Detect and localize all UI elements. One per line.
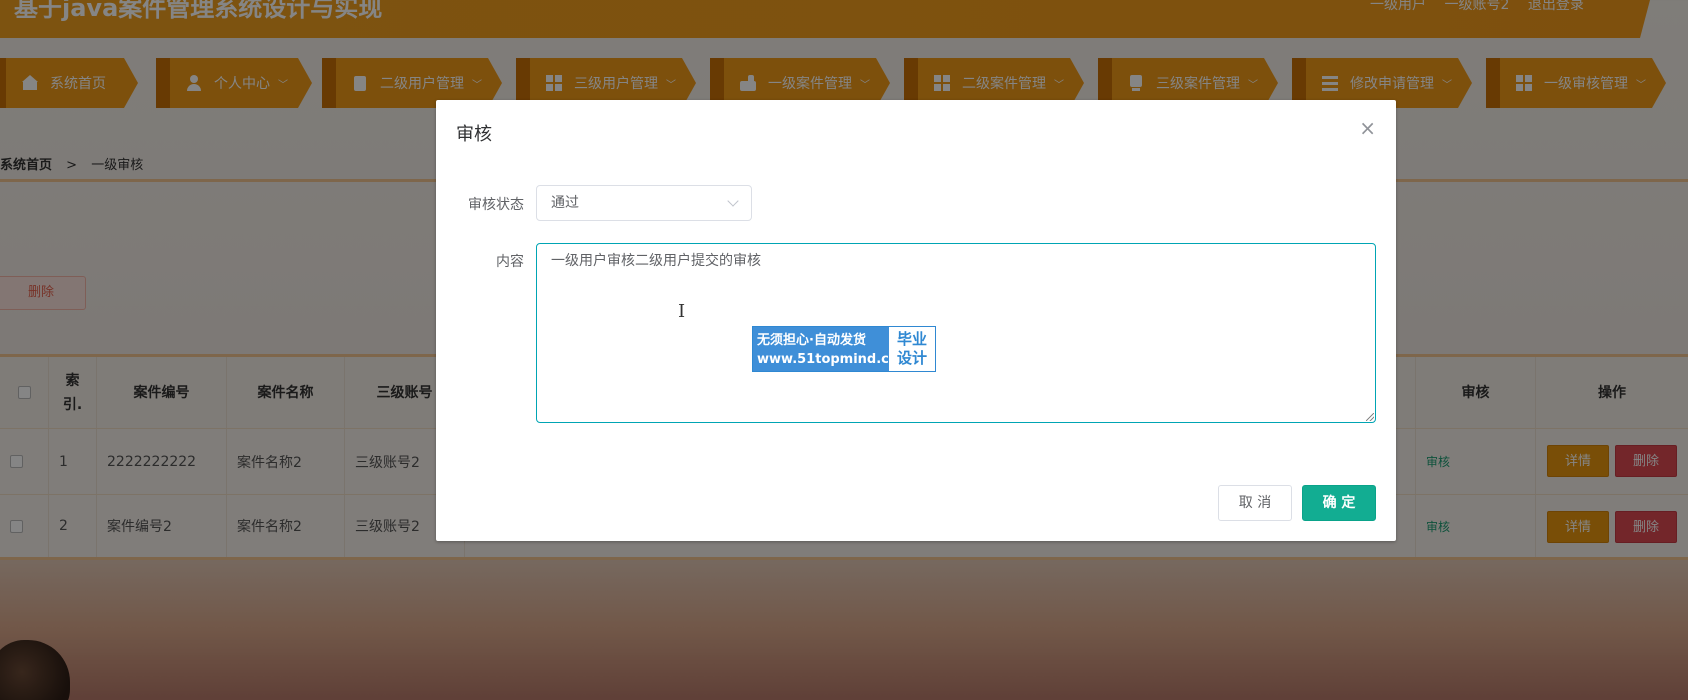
status-label: 审核状态 — [468, 197, 524, 213]
resize-handle-icon[interactable] — [1366, 413, 1374, 421]
close-icon[interactable]: × — [1359, 118, 1376, 138]
status-select-value: 通过 — [551, 195, 579, 211]
watermark-logo: 无须担心·自动发货 www.51topmind.com 毕业 设计 — [752, 326, 936, 372]
watermark-line2: www.51topmind.com — [757, 352, 912, 367]
text-cursor-icon: I — [678, 301, 686, 322]
dialog-title: 审核 — [456, 124, 492, 145]
watermark-right1: 毕业 — [896, 330, 927, 348]
chevron-down-icon — [727, 195, 739, 207]
content-label: 内容 — [496, 254, 524, 270]
audit-dialog: 审核 × 审核状态 通过 内容 一级用户审核二级用户提交的审核 I 无须担心·自… — [436, 100, 1396, 541]
content-textarea[interactable]: 一级用户审核二级用户提交的审核 — [536, 243, 1376, 423]
watermark-right2: 设计 — [896, 349, 927, 367]
status-select[interactable]: 通过 — [536, 185, 752, 221]
confirm-button[interactable]: 确 定 — [1302, 485, 1376, 521]
watermark-line1: 无须担心·自动发货 — [757, 333, 866, 348]
cancel-button[interactable]: 取 消 — [1218, 485, 1292, 521]
